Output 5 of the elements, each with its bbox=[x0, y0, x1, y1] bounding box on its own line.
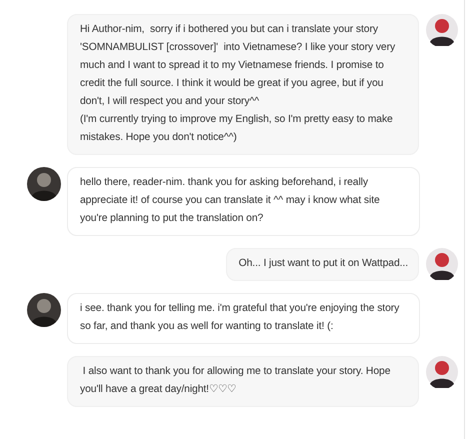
sent-message: Oh... I just want to put it on Wattpad... bbox=[226, 248, 419, 281]
sent-message: I also want to thank you for allowing me to translate your story. Hope you'll have a great day/night!♡♡♡ bbox=[67, 356, 419, 407]
sent-message: Hi Author-nim, sorry if i bothered you but can i translate your story 'SOMNAMBULIST [crossover]' into Vietnamese? I like your story very much and I want to spread it to my Vietnamese friends. I promise to credit the full source. I think it would be great if you agree, but if you don't, I will respect you and your story^^ (I'm currently trying to improve my English, so I'm pretty easy to make mistakes. Hope you don't notice^^) bbox=[67, 14, 419, 155]
received-message: hello there, reader-nim. thank you for asking beforehand, i really appreciate it! of course you can translate it ^^ may i know what site you're planning to put the translation on? bbox=[67, 167, 420, 236]
received-message: i see. thank you for telling me. i'm grateful that you're enjoying the story so far, and thank you as well for wanting to translate it! (: bbox=[67, 293, 420, 344]
